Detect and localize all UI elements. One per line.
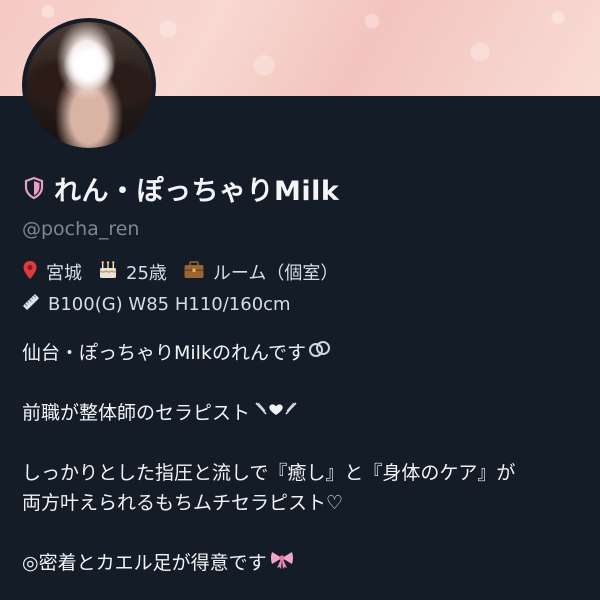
bio-line: 前職が整体師のセラピスト <box>22 398 578 428</box>
ruler-icon <box>22 293 40 316</box>
username-handle: @pocha_ren <box>22 218 140 240</box>
bio-line: 両方叶えられるもちムチセラピスト♡ <box>22 488 578 518</box>
bio-line: ◎密着とカエル足が得意です <box>22 548 578 578</box>
profile-meta: 宮城 25歳 ルーム（個室） <box>22 260 578 284</box>
age-label: 25歳 <box>126 263 167 284</box>
bio: 仙台・ぽっちゃりMilkのれんです 前職が整体師のセラピスト しっかりとした指圧… <box>22 338 578 578</box>
bio-text: 両方叶えられるもちムチセラピスト♡ <box>22 492 344 514</box>
bio-line: 仙台・ぽっちゃりMilkのれんです <box>22 338 578 368</box>
room-item: ルーム（個室） <box>183 259 338 285</box>
age-item: 25歳 <box>98 259 167 285</box>
avatar-photo <box>26 22 152 148</box>
briefcase-icon <box>183 260 205 285</box>
bio-text: 前職が整体師のセラピスト <box>22 402 251 424</box>
avatar-blur-overlay <box>64 40 114 90</box>
ribbon-icon <box>269 548 295 578</box>
pin-icon <box>22 260 38 285</box>
cake-icon <box>98 260 118 285</box>
bio-line <box>22 368 578 398</box>
rings-icon <box>308 338 332 368</box>
name-row: れん・ぽっちゃりMilk <box>22 168 578 208</box>
bio-line <box>22 518 578 548</box>
measurements-label: B100(G) W85 H110/160cm <box>48 293 291 315</box>
profile-section: れん・ぽっちゃりMilk @pocha_ren 宮城 25歳 ルーム（個室） B… <box>22 168 578 578</box>
winged-heart-icon <box>252 398 300 428</box>
display-name: れん・ぽっちゃりMilk <box>54 175 340 207</box>
location-label: 宮城 <box>46 263 82 284</box>
measurements-row: B100(G) W85 H110/160cm <box>22 292 578 316</box>
location-item: 宮城 <box>22 259 82 285</box>
shield-icon <box>22 176 46 200</box>
bio-text: ◎密着とカエル足が得意です <box>22 552 267 574</box>
bio-line <box>22 428 578 458</box>
room-label: ルーム（個室） <box>212 263 339 284</box>
bio-text: 仙台・ぽっちゃりMilkのれんです <box>22 342 307 364</box>
avatar[interactable] <box>22 18 156 152</box>
bio-line: しっかりとした指圧と流しで『癒し』と『身体のケア』が <box>22 458 578 488</box>
bio-text: しっかりとした指圧と流しで『癒し』と『身体のケア』が <box>22 462 516 484</box>
